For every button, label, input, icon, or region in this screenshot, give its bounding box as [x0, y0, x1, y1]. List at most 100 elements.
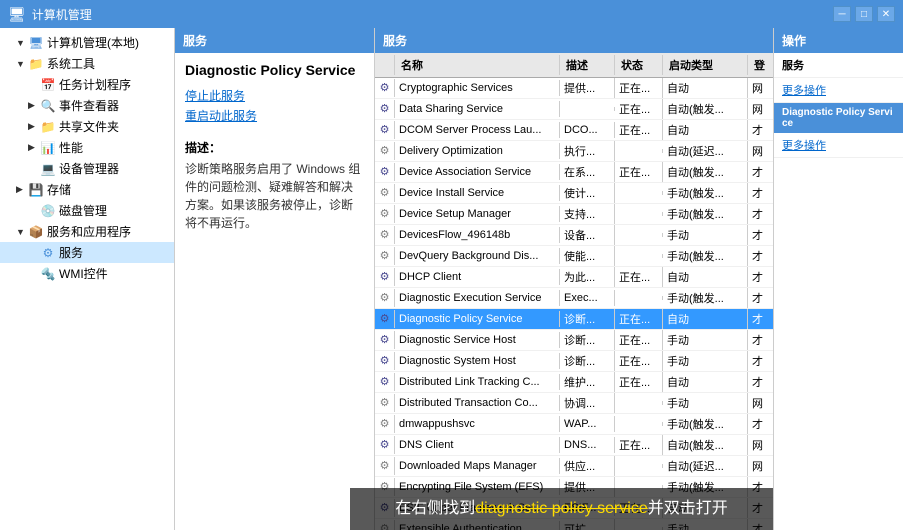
service-status: 正在... — [615, 120, 663, 140]
action-item-more-1[interactable]: 更多操作 — [774, 78, 903, 103]
sidebar-item-svc-apps[interactable]: ▼ 📦 服务和应用程序 — [0, 221, 174, 242]
service-logon: 才 — [748, 120, 773, 140]
service-logon: 才 — [748, 351, 773, 371]
service-startup: 自动 — [663, 309, 748, 329]
service-desc: 使能... — [560, 246, 615, 266]
middle-panel: 服务 Diagnostic Policy Service 停止此服务 重启动此服… — [175, 28, 375, 530]
service-row[interactable]: ⚙ dmwappushsvc WAP... 手动(触发... 才 — [375, 414, 773, 435]
service-row[interactable]: ⚙ Distributed Link Tracking C... 维护... 正… — [375, 372, 773, 393]
service-icon: ⚙ — [380, 438, 390, 452]
service-logon: 网 — [748, 99, 773, 119]
service-startup: 手动 — [663, 393, 748, 413]
service-row[interactable]: ⚙ Downloaded Maps Manager 供应... 自动(延迟...… — [375, 456, 773, 477]
sidebar-root[interactable]: ▼ 🖥 计算机管理(本地) — [0, 32, 174, 53]
service-desc: DNS... — [560, 437, 615, 453]
service-logon: 网 — [748, 393, 773, 413]
service-desc: 使计... — [560, 183, 615, 203]
sidebar-item-label: WMI控件 — [59, 265, 108, 282]
service-desc: 协调... — [560, 393, 615, 413]
service-name: dmwappushsvc — [395, 416, 560, 432]
title-bar: 🖥 计算机管理 ─ □ ✕ — [0, 0, 903, 28]
service-name: Cryptographic Services — [395, 80, 560, 96]
service-name: Downloaded Maps Manager — [395, 458, 560, 474]
sidebar-item-task-sched[interactable]: 📅 任务计划程序 — [0, 74, 174, 95]
service-name: DevicesFlow_496148b — [395, 227, 560, 243]
service-row[interactable]: ⚙ DevicesFlow_496148b 设备... 手动 才 — [375, 225, 773, 246]
service-row[interactable]: ⚙ Cryptographic Services 提供... 正在... 自动 … — [375, 78, 773, 99]
service-logon: 才 — [748, 246, 773, 266]
close-button[interactable]: ✕ — [877, 6, 895, 22]
service-startup: 自动 — [663, 120, 748, 140]
actions-panel: 操作 服务 更多操作 Diagnostic Policy Service 更多操… — [773, 28, 903, 530]
service-status — [615, 422, 663, 426]
description-label: 描述： — [175, 131, 374, 158]
service-row[interactable]: ⚙ Device Setup Manager 支持... 手动(触发... 才 — [375, 204, 773, 225]
maximize-button[interactable]: □ — [855, 6, 873, 22]
service-icon: ⚙ — [380, 312, 390, 326]
action-item-more-2[interactable]: 更多操作 — [774, 133, 903, 158]
service-icon: ⚙ — [380, 228, 390, 242]
service-row[interactable]: ⚙ DNS Client DNS... 正在... 自动(触发... 网 — [375, 435, 773, 456]
subtitle-highlight: diagnostic policy service — [475, 500, 648, 517]
service-row[interactable]: ⚙ Device Association Service 在系... 正在...… — [375, 162, 773, 183]
service-startup: 手动 — [663, 351, 748, 371]
sidebar-item-storage[interactable]: ▶ 💾 存储 — [0, 179, 174, 200]
service-startup: 自动 — [663, 267, 748, 287]
sidebar-item-services[interactable]: ⚙ 服务 — [0, 242, 174, 263]
service-name: Diagnostic System Host — [395, 353, 560, 369]
service-row[interactable]: ⚙ DCOM Server Process Lau... DCO... 正在..… — [375, 120, 773, 141]
service-startup: 自动(延迟... — [663, 456, 748, 476]
service-status: 正在... — [615, 435, 663, 455]
service-icon: ⚙ — [380, 165, 390, 179]
sidebar-root-label: 计算机管理(本地) — [47, 34, 139, 51]
service-icon: ⚙ — [380, 207, 390, 221]
sidebar-item-wmi[interactable]: 🔩 WMI控件 — [0, 263, 174, 284]
service-row[interactable]: ⚙ Device Install Service 使计... 手动(触发... … — [375, 183, 773, 204]
sidebar: ▼ 🖥 计算机管理(本地) ▼ 📁 系统工具 📅 任务计划程序 ▶ 🔍 事件查看… — [0, 28, 175, 530]
service-startup: 自动 — [663, 78, 748, 98]
service-desc: DCO... — [560, 122, 615, 138]
sidebar-item-label: 服务 — [59, 244, 83, 261]
service-logon: 才 — [748, 330, 773, 350]
service-desc: 诊断... — [560, 351, 615, 371]
service-status: 正在... — [615, 309, 663, 329]
title-bar-icon: 🖥 — [8, 6, 26, 23]
col-header-status: 状态 — [615, 55, 663, 75]
sidebar-item-device-mgr[interactable]: 💻 设备管理器 — [0, 158, 174, 179]
minimize-button[interactable]: ─ — [833, 6, 851, 22]
service-row[interactable]: ⚙ Diagnostic Execution Service Exec... 手… — [375, 288, 773, 309]
service-row[interactable]: ⚙ Data Sharing Service 正在... 自动(触发... 网 — [375, 99, 773, 120]
service-name-title: Diagnostic Policy Service — [175, 53, 374, 83]
stop-service-link[interactable]: 停止此服务 — [185, 87, 364, 104]
service-startup: 手动(触发... — [663, 183, 748, 203]
service-icon: ⚙ — [380, 459, 390, 473]
service-status — [615, 233, 663, 237]
service-row[interactable]: ⚙ Distributed Transaction Co... 协调... 手动… — [375, 393, 773, 414]
action-item-services[interactable]: 服务 — [774, 53, 903, 78]
service-name: DCOM Server Process Lau... — [395, 122, 560, 138]
service-desc: 维护... — [560, 372, 615, 392]
service-name: Delivery Optimization — [395, 143, 560, 159]
service-row[interactable]: ⚙ DevQuery Background Dis... 使能... 手动(触发… — [375, 246, 773, 267]
service-row[interactable]: ⚙ Diagnostic System Host 诊断... 正在... 手动 … — [375, 351, 773, 372]
service-desc: 执行... — [560, 141, 615, 161]
sidebar-item-event-viewer[interactable]: ▶ 🔍 事件查看器 — [0, 95, 174, 116]
restart-service-link[interactable]: 重启动此服务 — [185, 107, 364, 124]
service-status — [615, 149, 663, 153]
service-name: DHCP Client — [395, 269, 560, 285]
subtitle-text-before: 在右侧找到 — [395, 500, 475, 517]
service-row[interactable]: ⚙ Delivery Optimization 执行... 自动(延迟... 网 — [375, 141, 773, 162]
service-row[interactable]: ⚙ DHCP Client 为此... 正在... 自动 才 — [375, 267, 773, 288]
service-desc: 诊断... — [560, 330, 615, 350]
sidebar-item-sys-tools[interactable]: ▼ 📁 系统工具 — [0, 53, 174, 74]
service-row[interactable]: ⚙ Diagnostic Service Host 诊断... 正在... 手动… — [375, 330, 773, 351]
sidebar-item-shared-folders[interactable]: ▶ 📁 共享文件夹 — [0, 116, 174, 137]
sidebar-item-performance[interactable]: ▶ 📊 性能 — [0, 137, 174, 158]
sidebar-item-label: 性能 — [59, 139, 83, 156]
service-name: Device Install Service — [395, 185, 560, 201]
service-status: 正在... — [615, 78, 663, 98]
sidebar-item-disk-mgmt[interactable]: 💿 磁盘管理 — [0, 200, 174, 221]
service-row[interactable]: ⚙ Diagnostic Policy Service 诊断... 正在... … — [375, 309, 773, 330]
service-icon: ⚙ — [380, 123, 390, 137]
service-startup: 自动(触发... — [663, 162, 748, 182]
